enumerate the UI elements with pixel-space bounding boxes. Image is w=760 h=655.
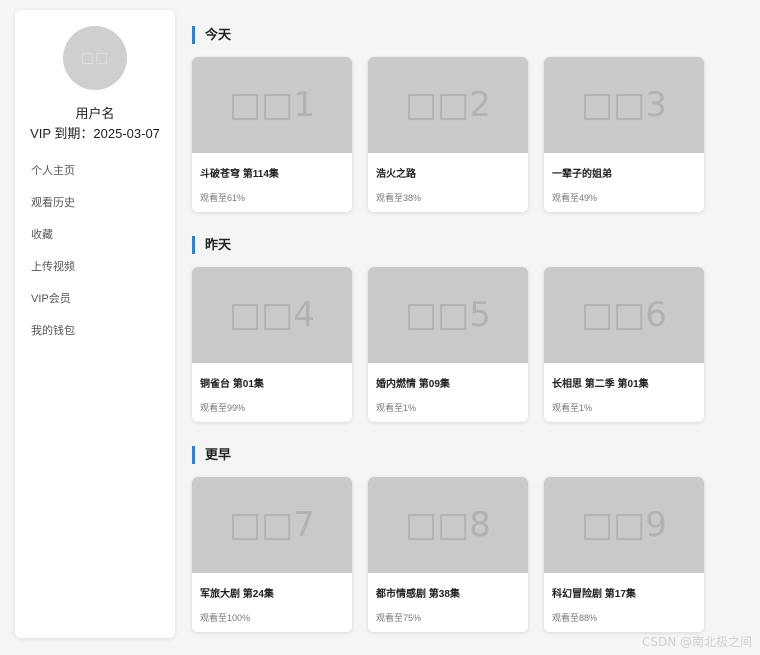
sidebar-item-wallet[interactable]: 我的钱包 (31, 322, 75, 354)
thumbnail: □□2 (368, 57, 528, 153)
card-title: 军旅大剧 第24集 (200, 589, 274, 600)
avatar-placeholder-glyph: □□ (80, 50, 110, 66)
app-root: □□ 用户名 VIP 到期：2025-03-07 个人主页 观看历史 收藏 上传… (0, 0, 760, 655)
history-card[interactable]: □□2 浩火之路 观看至38% (368, 57, 528, 212)
sidebar-item-vip[interactable]: VIP会员 (31, 290, 75, 322)
history-card[interactable]: □□4 铜雀台 第01集 观看至99% (192, 267, 352, 422)
username: 用户名 (75, 106, 115, 121)
card-title: 铜雀台 第01集 (200, 379, 264, 390)
thumbnail: □□7 (192, 477, 352, 573)
thumbnail: □□3 (544, 57, 704, 153)
watch-progress: 观看至100% (200, 613, 251, 623)
history-card[interactable]: □□5 婚内燃情 第09集 观看至1% (368, 267, 528, 422)
watch-progress: 观看至1% (552, 403, 593, 413)
thumbnail: □□9 (544, 477, 704, 573)
card-title: 一辈子的姐弟 (552, 169, 612, 180)
sidebar: □□ 用户名 VIP 到期：2025-03-07 个人主页 观看历史 收藏 上传… (15, 10, 175, 638)
watch-progress: 观看至61% (200, 193, 246, 203)
sidebar-nav: 个人主页 观看历史 收藏 上传视频 VIP会员 我的钱包 (31, 162, 75, 354)
sidebar-item-favorites[interactable]: 收藏 (31, 226, 75, 258)
card-title: 婚内燃情 第09集 (376, 379, 450, 390)
history-card[interactable]: □□9 科幻冒险剧 第17集 观看至88% (544, 477, 704, 632)
history-card[interactable]: □□1 斗破苍穹 第114集 观看至61% (192, 57, 352, 212)
watch-progress: 观看至1% (376, 403, 417, 413)
watch-progress: 观看至88% (552, 613, 598, 623)
section-title-yesterday: 昨天 (192, 236, 231, 254)
card-title: 科幻冒险剧 第17集 (552, 589, 636, 600)
watch-progress: 观看至75% (376, 613, 422, 623)
avatar[interactable]: □□ (63, 26, 127, 90)
card-title: 都市情感剧 第38集 (376, 589, 460, 600)
thumbnail: □□1 (192, 57, 352, 153)
thumbnail: □□4 (192, 267, 352, 363)
history-card[interactable]: □□7 军旅大剧 第24集 观看至100% (192, 477, 352, 632)
section-title-today: 今天 (192, 26, 231, 44)
history-card[interactable]: □□6 长相思 第二季 第01集 观看至1% (544, 267, 704, 422)
card-title: 浩火之路 (376, 169, 416, 180)
watch-progress: 观看至49% (552, 193, 598, 203)
sidebar-item-profile[interactable]: 个人主页 (31, 162, 75, 194)
watch-progress: 观看至99% (200, 403, 246, 413)
watch-progress: 观看至38% (376, 193, 422, 203)
card-title: 长相思 第二季 第01集 (552, 379, 649, 390)
vip-expiry: VIP 到期：2025-03-07 (30, 126, 160, 141)
sidebar-item-history[interactable]: 观看历史 (31, 194, 75, 226)
thumbnail: □□6 (544, 267, 704, 363)
thumbnail: □□8 (368, 477, 528, 573)
section-title-earlier: 更早 (192, 446, 231, 464)
thumbnail: □□5 (368, 267, 528, 363)
watermark: CSDN @南北极之间 (641, 635, 752, 649)
history-card[interactable]: □□8 都市情感剧 第38集 观看至75% (368, 477, 528, 632)
sidebar-item-upload[interactable]: 上传视频 (31, 258, 75, 290)
history-card[interactable]: □□3 一辈子的姐弟 观看至49% (544, 57, 704, 212)
card-title: 斗破苍穹 第114集 (200, 169, 279, 180)
